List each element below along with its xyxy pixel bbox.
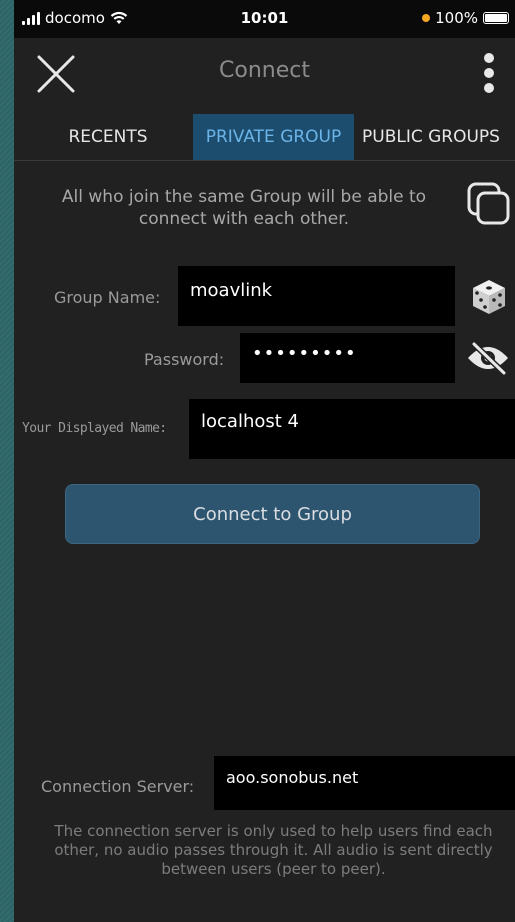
connect-to-group-button[interactable]: Connect to Group <box>65 484 480 544</box>
group-name-label: Group Name: <box>54 288 161 307</box>
background-stripe <box>0 0 14 922</box>
display-name-input[interactable]: localhost 4 <box>189 399 515 459</box>
tab-bar: RECENTS PRIVATE GROUP PUBLIC GROUPS <box>14 114 515 161</box>
app-screen: docomo 10:01 100% Connect RECENTS PRIVAT… <box>14 0 515 922</box>
connection-server-input[interactable]: aoo.sonobus.net <box>214 756 515 810</box>
tab-recents[interactable]: RECENTS <box>46 114 170 160</box>
group-name-input[interactable]: moavlink <box>178 266 455 326</box>
charging-dot-icon <box>422 14 431 22</box>
battery-percent: 100% <box>435 9 478 27</box>
tab-public-groups[interactable]: PUBLIC GROUPS <box>358 114 515 160</box>
status-bar: docomo 10:01 100% <box>14 0 515 38</box>
dice-icon[interactable] <box>471 278 507 316</box>
tab-private-group[interactable]: PRIVATE GROUP <box>193 114 354 160</box>
group-info-text: All who join the same Group will be able… <box>61 187 427 229</box>
password-label: Password: <box>144 350 225 369</box>
header: Connect <box>14 38 515 108</box>
password-input[interactable]: ••••••••• <box>240 333 455 383</box>
connection-server-label: Connection Server: <box>41 777 195 796</box>
battery-icon <box>483 12 509 24</box>
status-right: 100% <box>422 9 509 27</box>
more-vertical-icon[interactable] <box>482 52 496 94</box>
eye-off-icon[interactable] <box>466 340 510 376</box>
page-title: Connect <box>219 58 310 83</box>
connection-server-note: The connection server is only used to he… <box>54 822 493 878</box>
display-name-label: Your Displayed Name: <box>22 421 167 436</box>
copy-icon[interactable] <box>466 181 512 227</box>
